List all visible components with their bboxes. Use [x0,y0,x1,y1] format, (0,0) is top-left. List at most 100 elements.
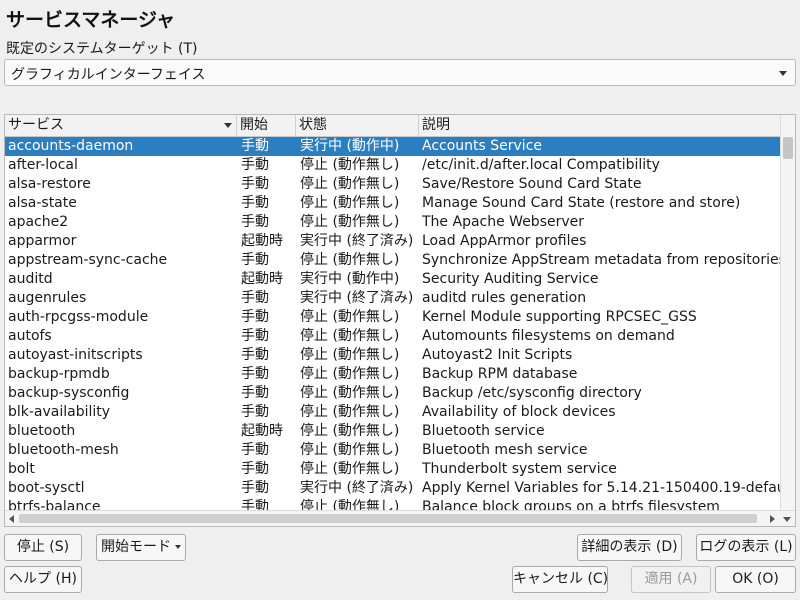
description-cell: Security Auditing Service [422,271,599,287]
sort-down-icon [224,123,232,128]
service-name-cell: augenrules [8,290,87,306]
service-name-cell: bolt [8,461,35,477]
start-mode-cell: 手動 [241,157,269,173]
service-name-cell: apparmor [8,233,77,249]
state-cell: 停止 (動作無し) [300,157,400,173]
start-mode-cell: 起動時 [241,423,283,439]
table-row[interactable]: auditd 起動時 実行中 (動作中) Security Auditing Serv… [5,270,781,289]
service-name-cell: blk-availability [8,404,111,420]
default-target-combobox[interactable]: グラフィカルインターフェイス [4,59,796,86]
default-target-label: 既定のシステムターゲット (T) [6,41,198,57]
column-header-description[interactable]: 説明 [419,115,781,137]
description-cell: Automounts filesystems on demand [422,328,675,344]
vertical-scrollbar-thumb[interactable] [783,137,793,159]
table-row[interactable]: apache2 手動 停止 (動作無し) The Apache Webserver [5,213,781,232]
table-row[interactable]: blk-availability 手動 停止 (動作無し) Availability … [5,403,781,422]
horizontal-scrollbar[interactable] [5,510,795,526]
start-mode-cell: 手動 [241,461,269,477]
table-row[interactable]: accounts-daemon 手動 実行中 (動作中) Accounts Servi… [5,137,781,156]
description-cell: Load AppArmor profiles [422,233,587,249]
description-cell: Synchronize AppStream metadata from repo… [422,252,781,268]
services-table[interactable]: サービス 開始 状態 説明 accounts-daemon 手動 実行中 (動作中)… [4,114,796,527]
state-cell: 実行中 (終了済み) [300,233,414,249]
service-name-cell: bluetooth [8,423,76,439]
service-name-cell: auditd [8,271,53,287]
description-cell: Availability of block devices [422,404,616,420]
service-name-cell: autofs [8,328,52,344]
description-cell: Manage Sound Card State (restore and sto… [422,195,741,211]
service-name-cell: bluetooth-mesh [8,442,119,458]
table-body: accounts-daemon 手動 実行中 (動作中) Accounts Servi… [5,137,781,511]
service-name-cell: apache2 [8,214,69,230]
table-row[interactable]: autofs 手動 停止 (動作無し) Automounts filesystems … [5,327,781,346]
vertical-scrollbar[interactable] [780,115,795,511]
description-cell: The Apache Webserver [422,214,585,230]
description-cell: Bluetooth service [422,423,545,439]
service-name-cell: alsa-state [8,195,77,211]
table-row[interactable]: auth-rpcgss-module 手動 停止 (動作無し) Kernel Modu… [5,308,781,327]
table-row[interactable]: boot-sysctl 手動 実行中 (終了済み) Apply Kernel Vari… [5,479,781,498]
scroll-down-icon[interactable] [783,517,791,522]
table-row[interactable]: alsa-restore 手動 停止 (動作無し) Save/Restore Soun… [5,175,781,194]
stop-button[interactable]: 停止 (S) [4,534,82,561]
table-row[interactable]: appstream-sync-cache 手動 停止 (動作無し) Synchroni… [5,251,781,270]
start-mode-cell: 手動 [241,309,269,325]
state-cell: 停止 (動作無し) [300,347,400,363]
table-row[interactable]: after-local 手動 停止 (動作無し) /etc/init.d/after.… [5,156,781,175]
help-button[interactable]: ヘルプ (H) [4,566,82,593]
start-mode-button[interactable]: 開始モード [96,534,186,561]
state-cell: 実行中 (動作中) [300,138,400,154]
state-cell: 停止 (動作無し) [300,423,400,439]
table-row[interactable]: backup-sysconfig 手動 停止 (動作無し) Backup /etc/s… [5,384,781,403]
start-mode-cell: 手動 [241,385,269,401]
start-mode-cell: 手動 [241,442,269,458]
state-cell: 停止 (動作無し) [300,309,400,325]
table-row[interactable]: bluetooth 起動時 停止 (動作無し) Bluetooth service [5,422,781,441]
start-mode-cell: 手動 [241,214,269,230]
state-cell: 停止 (動作無し) [300,461,400,477]
scroll-left-icon[interactable] [9,515,14,523]
start-mode-cell: 手動 [241,138,269,154]
default-target-value: グラフィカルインターフェイス [11,67,206,83]
service-name-cell: after-local [8,157,78,173]
service-name-cell: backup-rpmdb [8,366,110,382]
state-cell: 停止 (動作無し) [300,328,400,344]
column-header-state[interactable]: 状態 [296,115,419,137]
table-row[interactable]: backup-rpmdb 手動 停止 (動作無し) Backup RPM databa… [5,365,781,384]
start-mode-cell: 手動 [241,252,269,268]
apply-button[interactable]: 適用 (A) [631,566,711,593]
state-cell: 停止 (動作無し) [300,442,400,458]
start-mode-cell: 手動 [241,404,269,420]
ok-button[interactable]: OK (O) [715,566,796,593]
service-name-cell: autoyast-initscripts [8,347,143,363]
column-header-service[interactable]: サービス [5,115,237,137]
table-row[interactable]: alsa-state 手動 停止 (動作無し) Manage Sound Card S… [5,194,781,213]
table-row[interactable]: autoyast-initscripts 手動 停止 (動作無し) Autoyast2… [5,346,781,365]
state-cell: 停止 (動作無し) [300,214,400,230]
show-log-button[interactable]: ログの表示 (L) [696,534,796,561]
state-cell: 停止 (動作無し) [300,366,400,382]
horizontal-scrollbar-thumb[interactable] [19,514,757,523]
service-name-cell: backup-sysconfig [8,385,130,401]
start-mode-cell: 起動時 [241,233,283,249]
start-mode-cell: 手動 [241,176,269,192]
scroll-right-icon[interactable] [770,515,775,523]
table-row[interactable]: bolt 手動 停止 (動作無し) Thunderbolt system servic… [5,460,781,479]
chevron-down-icon [779,71,787,76]
state-cell: 停止 (動作無し) [300,195,400,211]
column-header-start[interactable]: 開始 [237,115,296,137]
chevron-down-icon [175,545,181,549]
table-row[interactable]: augenrules 手動 実行中 (終了済み) auditd rules gener… [5,289,781,308]
show-details-button[interactable]: 詳細の表示 (D) [577,534,682,561]
cancel-button[interactable]: キャンセル (C) [512,566,608,593]
table-header: サービス 開始 状態 説明 [5,115,781,137]
start-mode-cell: 手動 [241,480,269,496]
description-cell: Accounts Service [422,138,543,154]
service-name-cell: accounts-daemon [8,138,134,154]
service-name-cell: auth-rpcgss-module [8,309,149,325]
description-cell: Thunderbolt system service [422,461,617,477]
service-name-cell: appstream-sync-cache [8,252,168,268]
table-row[interactable]: bluetooth-mesh 手動 停止 (動作無し) Bluetooth mesh … [5,441,781,460]
table-row[interactable]: apparmor 起動時 実行中 (終了済み) Load AppArmor profi… [5,232,781,251]
description-cell: Kernel Module supporting RPCSEC_GSS [422,309,697,325]
